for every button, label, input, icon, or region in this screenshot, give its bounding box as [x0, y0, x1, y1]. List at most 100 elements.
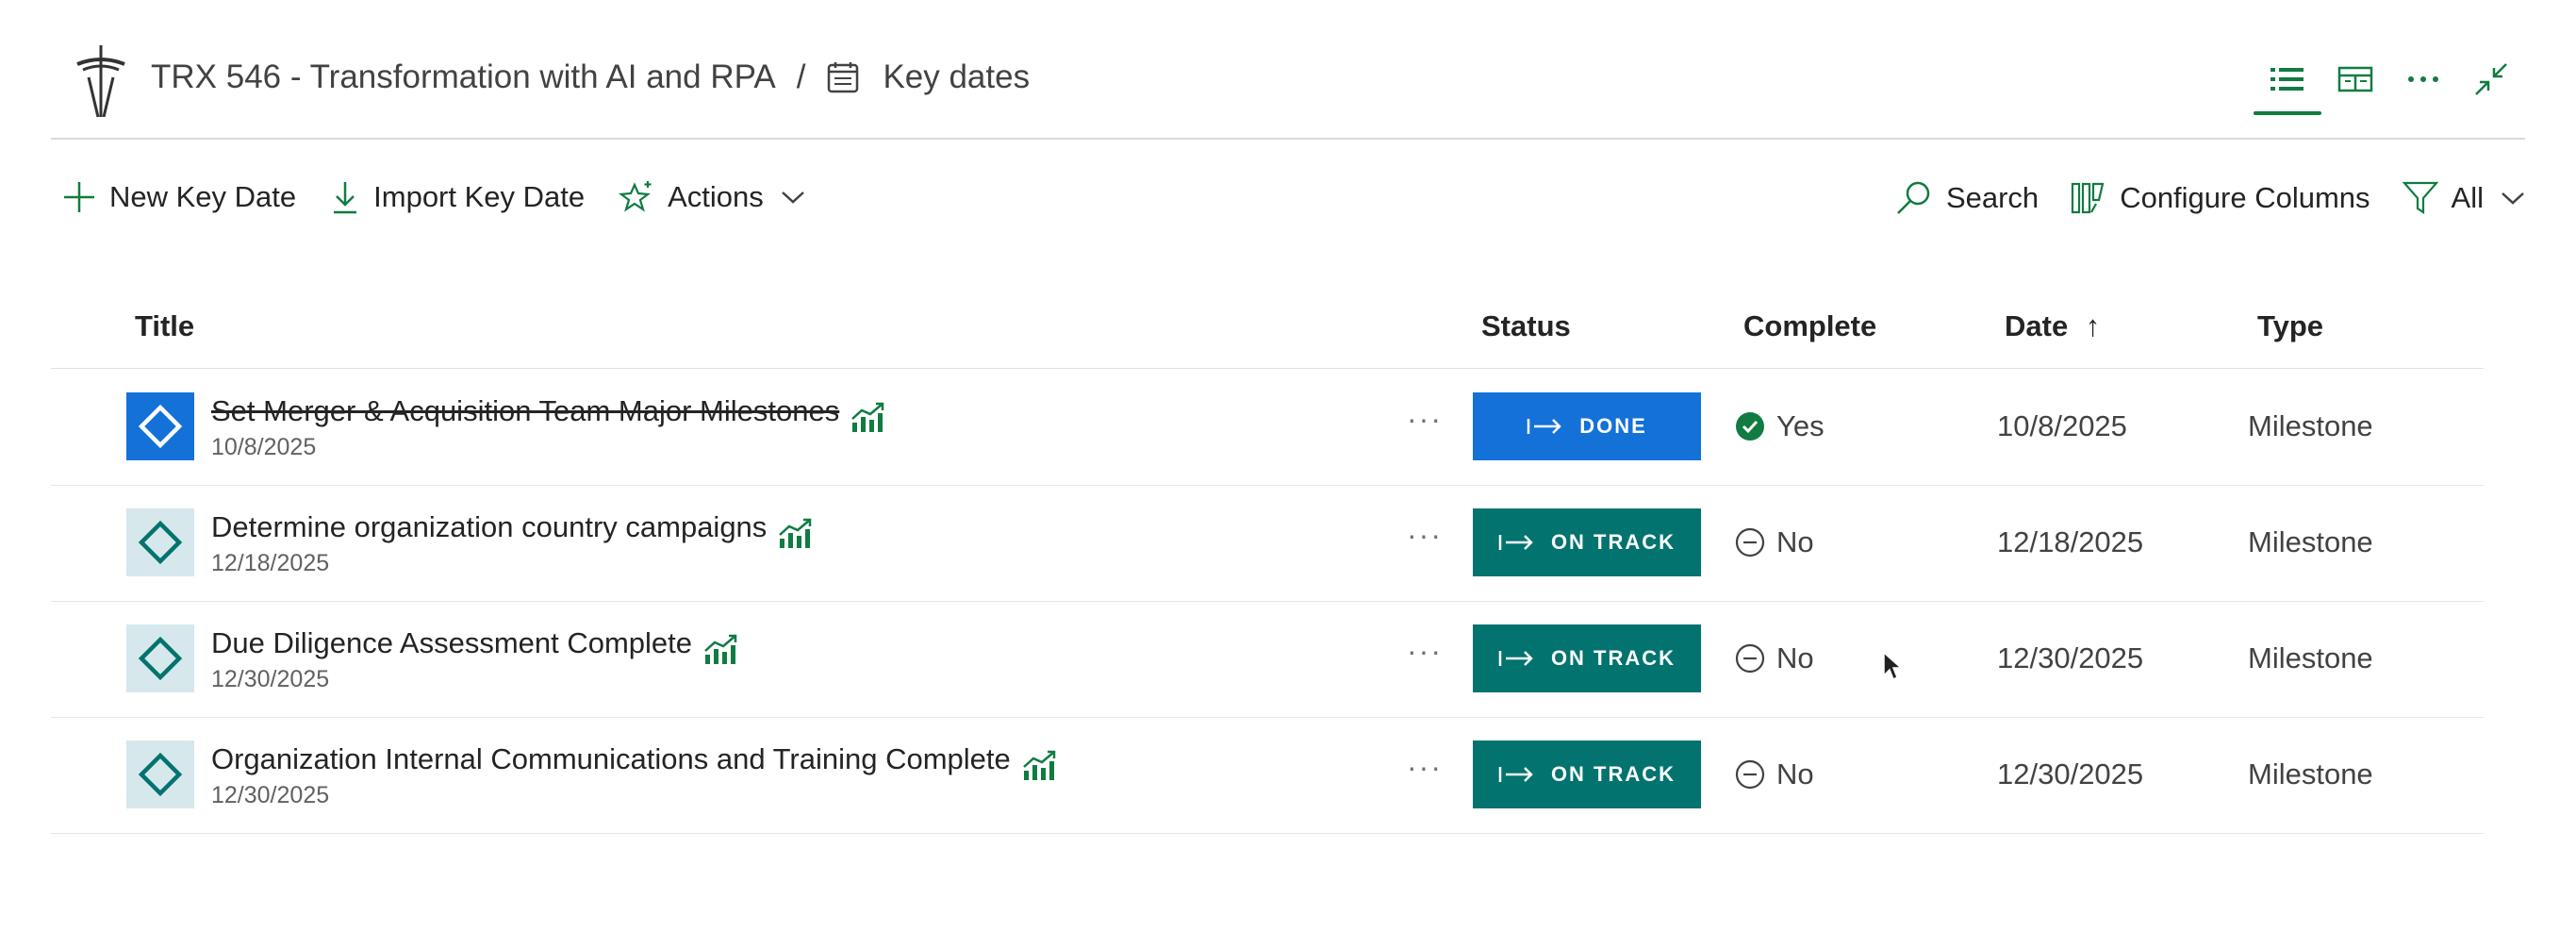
row-subdate: 12/30/2025	[211, 666, 330, 692]
row-subdate: 12/30/2025	[211, 782, 330, 808]
check-circle-icon	[1736, 412, 1764, 441]
space-needle-logo	[76, 45, 125, 117]
status-badge[interactable]: ON TRACK	[1473, 624, 1701, 692]
status-badge[interactable]: ON TRACK	[1473, 508, 1701, 576]
filter-icon	[2402, 181, 2438, 215]
more-options-button[interactable]	[2389, 53, 2457, 106]
list-view-icon	[2271, 68, 2304, 91]
complete-cell: Yes	[1735, 409, 1825, 443]
complete-cell: No	[1735, 641, 1814, 675]
milestone-badge	[126, 741, 194, 808]
trend-chart-icon	[704, 634, 737, 664]
row-more-button[interactable]: ···	[1407, 750, 1443, 785]
row-title-text: Due Diligence Assessment Complete	[211, 626, 693, 659]
row-title[interactable]: Due Diligence Assessment Complete	[211, 621, 739, 666]
diamond-icon	[138, 404, 183, 449]
calendar-icon	[828, 62, 859, 93]
command-bar: New Key Date Import Key Date Actions Sea…	[51, 172, 2525, 238]
status-label: ON TRACK	[1550, 530, 1676, 554]
complete-value: No	[1776, 757, 1814, 791]
board-view-button[interactable]	[2321, 53, 2389, 106]
column-header-status[interactable]: Status	[1481, 309, 1571, 343]
diamond-icon	[138, 752, 183, 797]
complete-value: No	[1776, 641, 1814, 674]
row-more-button[interactable]: ···	[1407, 518, 1443, 553]
date-cell: 12/30/2025	[1997, 757, 2144, 791]
row-more-button[interactable]: ···	[1407, 634, 1443, 669]
search-button[interactable]: Search	[1895, 179, 2039, 217]
new-key-date-label: New Key Date	[109, 180, 297, 213]
sparkle-star-icon	[619, 181, 652, 212]
table-row[interactable]: Set Merger & Acquisition Team Major Mile…	[51, 370, 2484, 486]
filter-value: All	[2451, 181, 2484, 214]
page-title: Key dates	[883, 58, 1031, 95]
breadcrumb-separator: /	[796, 58, 806, 95]
row-more-button[interactable]: ···	[1407, 402, 1443, 437]
configure-columns-label: Configure Columns	[2120, 181, 2370, 214]
column-header-type[interactable]: Type	[2257, 309, 2323, 343]
import-key-date-label: Import Key Date	[373, 180, 586, 213]
row-subdate: 12/18/2025	[211, 550, 330, 576]
sort-ascending-icon: ↑	[2085, 309, 2101, 342]
date-cell: 12/30/2025	[1997, 641, 2144, 674]
table-row[interactable]: Determine organization country campaigns…	[51, 486, 2484, 602]
search-icon	[1897, 181, 1930, 214]
complete-value: No	[1776, 525, 1814, 558]
status-badge[interactable]: DONE	[1473, 392, 1701, 460]
collapse-icon	[2475, 63, 2507, 95]
complete-value: Yes	[1776, 409, 1825, 442]
diamond-icon	[138, 636, 183, 681]
type-cell: Milestone	[2248, 525, 2373, 558]
diamond-icon	[138, 520, 183, 565]
row-title-text: Organization Internal Communications and…	[211, 742, 1011, 775]
actions-menu[interactable]: Actions	[619, 179, 805, 215]
columns-icon	[2072, 182, 2105, 214]
milestone-badge	[126, 392, 194, 460]
trend-chart-icon	[1022, 750, 1056, 780]
minus-circle-icon	[1735, 759, 1765, 790]
download-icon	[334, 182, 357, 214]
search-label: Search	[1945, 181, 2039, 214]
minus-circle-icon	[1735, 643, 1765, 674]
column-header-title[interactable]: Title	[135, 309, 194, 343]
complete-cell: No	[1735, 525, 1814, 559]
filter-dropdown[interactable]: All	[2402, 180, 2525, 216]
collapse-button[interactable]	[2457, 53, 2525, 106]
row-title-text: Set Merger & Acquisition Team Major Mile…	[211, 394, 840, 427]
row-title[interactable]: Determine organization country campaigns	[211, 505, 814, 550]
column-header-date[interactable]: Date ↑	[2005, 309, 2100, 343]
project-name[interactable]: TRX 546 - Transformation with AI and RPA	[151, 58, 776, 96]
trend-chart-icon	[779, 518, 812, 548]
breadcrumb: TRX 546 - Transformation with AI and RPA…	[151, 58, 1030, 96]
chevron-down-icon	[2502, 192, 2524, 205]
status-badge[interactable]: ON TRACK	[1473, 741, 1701, 808]
minus-circle-icon	[1735, 527, 1765, 558]
type-cell: Milestone	[2248, 757, 2373, 791]
arrow-right-bar-icon	[1498, 535, 1533, 550]
new-key-date-button[interactable]: New Key Date	[62, 180, 296, 214]
row-title[interactable]: Organization Internal Communications and…	[211, 737, 1058, 782]
arrow-right-bar-icon	[1527, 419, 1561, 434]
type-cell: Milestone	[2248, 641, 2373, 674]
more-icon	[2408, 76, 2438, 82]
actions-label: Actions	[668, 180, 764, 213]
status-label: ON TRACK	[1550, 646, 1676, 670]
configure-columns-button[interactable]: Configure Columns	[2071, 181, 2370, 215]
column-header-date-label: Date	[2005, 309, 2069, 342]
row-title[interactable]: Set Merger & Acquisition Team Major Mile…	[211, 389, 886, 434]
mouse-cursor-icon	[1883, 651, 1903, 681]
complete-cell: No	[1735, 757, 1814, 791]
type-cell: Milestone	[2248, 409, 2373, 442]
import-key-date-button[interactable]: Import Key Date	[330, 180, 585, 214]
milestone-badge	[126, 624, 194, 692]
table-row[interactable]: Due Diligence Assessment Complete 12/30/…	[51, 602, 2484, 718]
column-header-complete[interactable]: Complete	[1743, 309, 1876, 343]
page-header: TRX 546 - Transformation with AI and RPA…	[51, 0, 2525, 140]
chevron-down-icon	[781, 191, 804, 204]
table-row[interactable]: Organization Internal Communications and…	[51, 718, 2484, 834]
date-cell: 12/18/2025	[1997, 525, 2144, 558]
plus-icon	[64, 182, 94, 212]
list-view-button[interactable]	[2254, 53, 2321, 115]
arrow-right-bar-icon	[1498, 767, 1533, 782]
board-view-icon	[2337, 66, 2373, 92]
